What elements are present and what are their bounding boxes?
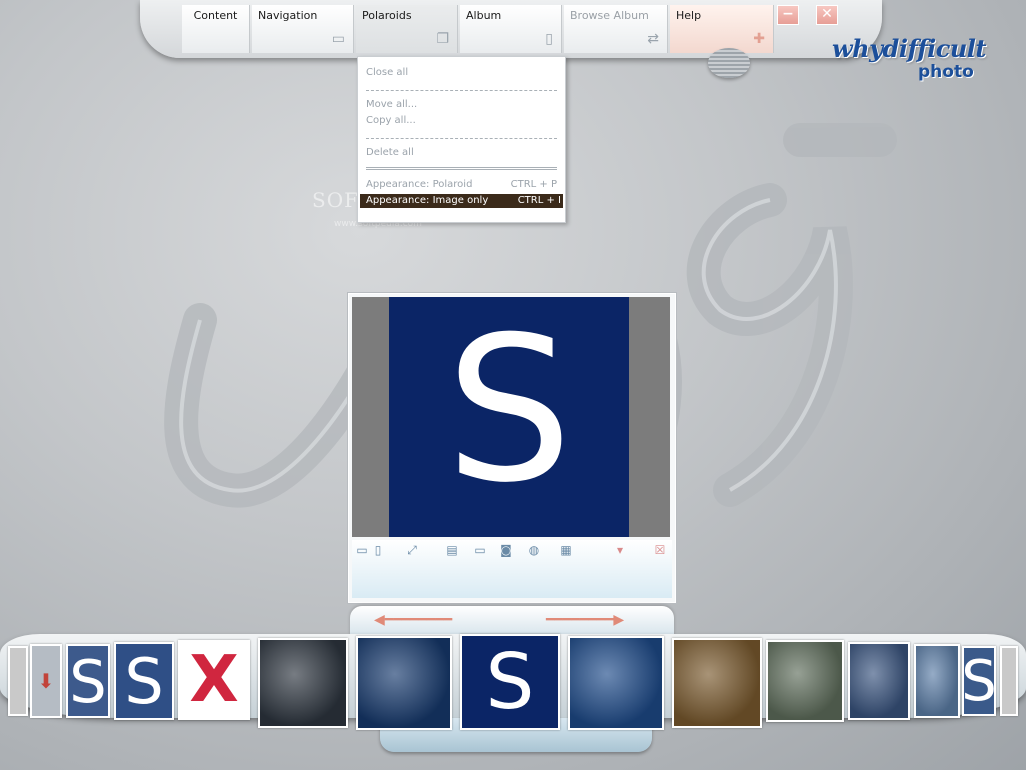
- scroll-left-arrow-icon[interactable]: ◀━━━━━━━━: [374, 612, 452, 628]
- viewer-image[interactable]: S: [352, 297, 670, 537]
- filmstrip-edge-right: [1000, 646, 1018, 716]
- move-all-label: Move all...: [366, 99, 418, 110]
- menu-content-label: Content: [193, 9, 238, 22]
- brand-name: whydifficult: [832, 34, 986, 63]
- photo-viewer[interactable]: S ▭ ▯ ⤢ ▤ ▭ ◙ ◍ ▦ ▾ ☒: [348, 293, 676, 603]
- appearance-image-only-label: Appearance: Image only: [366, 195, 489, 206]
- menu-navigation-label: Navigation: [258, 9, 318, 22]
- menu-polaroids-label: Polaroids: [362, 9, 412, 22]
- trash-icon[interactable]: ▾: [612, 543, 628, 557]
- appearance-polaroid-label: Appearance: Polaroid: [366, 179, 473, 190]
- menu-help-label: Help: [676, 9, 702, 22]
- folder-icon: ▭: [331, 31, 345, 47]
- delete-all-label: Delete all: [366, 147, 414, 158]
- book-icon[interactable]: ▤: [444, 543, 460, 557]
- thumbnail-image: [850, 644, 908, 718]
- photo-thumbnail[interactable]: [766, 640, 844, 722]
- minimize-button[interactable]: −: [777, 5, 799, 25]
- thumbnail-image: S: [962, 648, 996, 714]
- down-arrow-icon: ⬇: [37, 669, 55, 693]
- thumbnail-image: X: [189, 643, 239, 717]
- thumbnail-image: S: [485, 637, 535, 727]
- thumbnail-image: [916, 646, 958, 716]
- photo-thumbnail[interactable]: [356, 636, 452, 730]
- printer-icon[interactable]: ▦: [558, 543, 574, 557]
- menu-album[interactable]: Album ▯: [460, 5, 562, 53]
- photo-thumbnail[interactable]: [672, 638, 762, 728]
- thumbnail-image: [260, 640, 346, 726]
- viewer-photo: S: [389, 297, 629, 537]
- menu-help[interactable]: Help ✚: [670, 5, 774, 53]
- menu-move-all[interactable]: Move all...: [366, 98, 559, 112]
- polaroids-dropdown: Close all Move all... Copy all... Delete…: [357, 56, 566, 223]
- copy-all-label: Copy all...: [366, 115, 416, 126]
- menu-album-label: Album: [466, 9, 502, 22]
- menu-separator-double: [366, 167, 557, 170]
- menu-polaroids[interactable]: Polaroids ❐: [356, 5, 458, 53]
- menu-delete-all[interactable]: Delete all: [366, 146, 559, 160]
- size-small-icon[interactable]: ▭: [354, 543, 370, 557]
- folder-icon[interactable]: ▭: [472, 543, 488, 557]
- menu-appearance-image-only[interactable]: Appearance: Image only CTRL + I: [360, 194, 563, 208]
- menu-close-all[interactable]: Close all: [366, 66, 559, 80]
- thumbnail-image: [768, 642, 842, 720]
- menu-separator: [366, 90, 557, 91]
- close-all-label: Close all: [366, 67, 409, 78]
- menubar-handle[interactable]: [708, 48, 750, 78]
- filmstrip-edge-left: [8, 646, 28, 716]
- photo-thumbnail[interactable]: S: [460, 634, 560, 730]
- photo-thumbnail[interactable]: S: [114, 642, 174, 720]
- photo-thumbnail[interactable]: [568, 636, 664, 730]
- book-icon: ▯: [545, 31, 553, 47]
- thumbnail-image: S: [124, 644, 164, 718]
- brand-logo: whydifficult photo: [832, 34, 992, 84]
- menu-separator: [366, 138, 557, 139]
- appearance-image-only-shortcut: CTRL + I: [517, 195, 561, 206]
- browse-album-icon: ⇄: [647, 31, 659, 47]
- thumbnail-image: [674, 640, 760, 726]
- photo-thumbnail[interactable]: [848, 642, 910, 720]
- plus-icon: ✚: [753, 31, 765, 47]
- menu-browse-album[interactable]: Browse Album ⇄: [564, 5, 668, 53]
- size-large-icon[interactable]: ▯: [370, 543, 386, 557]
- menu-copy-all[interactable]: Copy all...: [366, 114, 559, 128]
- photo-thumbnail[interactable]: [914, 644, 960, 718]
- menu-appearance-polaroid[interactable]: Appearance: Polaroid CTRL + P: [366, 178, 559, 192]
- polaroids-icon: ❐: [436, 31, 449, 47]
- scroll-right-arrow-icon[interactable]: ━━━━━━━━▶: [546, 612, 624, 628]
- photo-thumbnail[interactable]: [258, 638, 348, 728]
- resize-icon[interactable]: ⤢: [404, 543, 420, 557]
- menu-browse-album-label: Browse Album: [570, 9, 649, 22]
- close-icon[interactable]: ☒: [652, 543, 668, 557]
- filmstrip-nav: ◀━━━━━━━━ ━━━━━━━━▶: [350, 606, 674, 636]
- brand-sub: photo: [918, 62, 974, 82]
- appearance-polaroid-shortcut: CTRL + P: [510, 179, 557, 190]
- photo-thumbnail[interactable]: X: [178, 640, 250, 720]
- menu-content[interactable]: Content: [182, 5, 250, 53]
- thumbnail-image: [570, 638, 662, 728]
- menu-navigation[interactable]: Navigation ▭: [252, 5, 354, 53]
- photo-thumbnail[interactable]: S: [962, 646, 996, 716]
- thumbnail-image: S: [69, 646, 107, 716]
- menubar: Content Navigation ▭ Polaroids ❐ Album ▯ Br…: [140, 0, 882, 58]
- close-button[interactable]: ✕: [816, 5, 838, 25]
- viewer-photo-letter: S: [445, 294, 573, 527]
- camera-icon[interactable]: ◙: [498, 543, 514, 557]
- thumbnail-image: [358, 638, 450, 728]
- photo-thumbnail[interactable]: S: [66, 644, 110, 718]
- folder-thumb[interactable]: ⬇: [30, 644, 62, 718]
- globe-icon[interactable]: ◍: [526, 543, 542, 557]
- viewer-toolbar: ▭ ▯ ⤢ ▤ ▭ ◙ ◍ ▦ ▾ ☒: [352, 540, 672, 598]
